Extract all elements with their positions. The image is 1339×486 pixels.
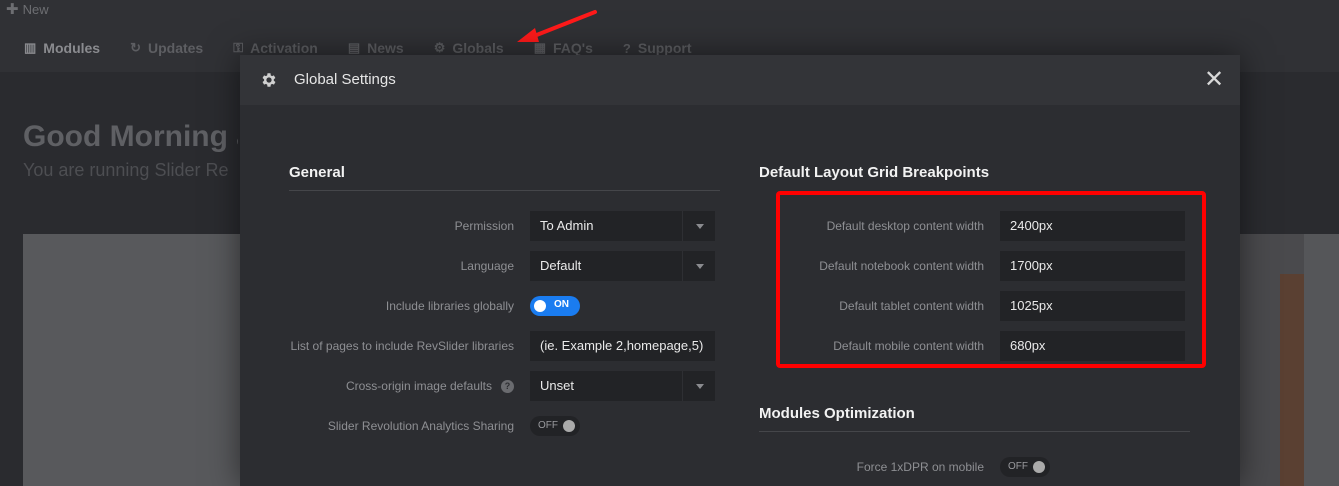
- optimization-divider: [759, 431, 1190, 432]
- news-icon: ▤: [347, 40, 361, 55]
- breakpoints-section-title: Default Layout Grid Breakpoints: [759, 164, 990, 181]
- chevron-down-icon: [696, 384, 704, 389]
- updates-icon: ↻: [130, 40, 141, 55]
- slider-card: [23, 234, 240, 486]
- preview-panel: [1240, 234, 1339, 486]
- chevron-down-icon: [696, 224, 704, 229]
- nav-label: News: [367, 40, 404, 56]
- optimization-section-title: Modules Optimization: [759, 405, 915, 422]
- close-icon[interactable]: ✕: [1204, 68, 1224, 92]
- cross-origin-select[interactable]: Unset: [530, 371, 715, 401]
- nav-label: Globals: [452, 40, 504, 56]
- nav-modules[interactable]: ▥ Modules: [24, 38, 100, 58]
- chevron-down-icon: [696, 264, 704, 269]
- annotation-arrow-icon: [517, 10, 597, 42]
- nav-updates[interactable]: ↻ Updates: [130, 38, 203, 58]
- permission-value: To Admin: [540, 218, 594, 233]
- include-libraries-label: Include libraries globally: [385, 299, 514, 313]
- gear-icon: [262, 73, 276, 87]
- analytics-toggle[interactable]: OFF: [530, 416, 580, 436]
- force-dpr-label: Force 1xDPR on mobile: [856, 460, 984, 474]
- toggle-state: OFF: [538, 420, 558, 431]
- nav-label: Support: [637, 40, 692, 56]
- version-subtitle: You are running Slider Re: [23, 160, 229, 180]
- plus-icon: ✚: [6, 1, 19, 18]
- toggle-state: ON: [554, 299, 569, 310]
- help-icon[interactable]: ?: [501, 380, 514, 393]
- nav-label: Modules: [43, 40, 101, 56]
- language-label: Language: [460, 259, 514, 273]
- modal-header: Global Settings ✕: [240, 55, 1240, 105]
- include-libraries-toggle[interactable]: ON: [530, 296, 580, 316]
- annotation-highlight-box: [776, 191, 1206, 368]
- permission-select[interactable]: To Admin: [530, 211, 715, 241]
- language-select[interactable]: Default: [530, 251, 715, 281]
- cross-origin-label: Cross-origin image defaults: [345, 379, 492, 393]
- toggle-state: OFF: [1008, 461, 1028, 472]
- general-section-title: General: [289, 164, 345, 181]
- greeting-heading: Good Morning a: [23, 120, 238, 153]
- nav-label: Updates: [147, 40, 204, 56]
- language-value: Default: [540, 258, 582, 273]
- cross-origin-value: Unset: [540, 378, 574, 393]
- pages-list-placeholder: (ie. Example 2,homepage,5): [540, 338, 704, 353]
- support-icon: ?: [622, 40, 631, 56]
- nav-label: Activation: [250, 40, 318, 56]
- key-icon: ⚿: [233, 40, 244, 55]
- general-divider: [289, 190, 720, 191]
- force-dpr-toggle[interactable]: OFF: [1000, 457, 1050, 477]
- modal-title: Global Settings: [294, 71, 396, 88]
- permission-label: Permission: [454, 219, 514, 233]
- pages-list-input[interactable]: (ie. Example 2,homepage,5): [530, 331, 715, 361]
- analytics-label: Slider Revolution Analytics Sharing: [327, 419, 514, 433]
- new-button[interactable]: ✚ New: [6, 0, 49, 18]
- new-label: New: [22, 2, 49, 17]
- modules-icon: ▥: [24, 40, 37, 55]
- gear-icon: ⚙: [433, 40, 446, 55]
- pages-list-label: List of pages to include RevSlider libra…: [290, 339, 514, 353]
